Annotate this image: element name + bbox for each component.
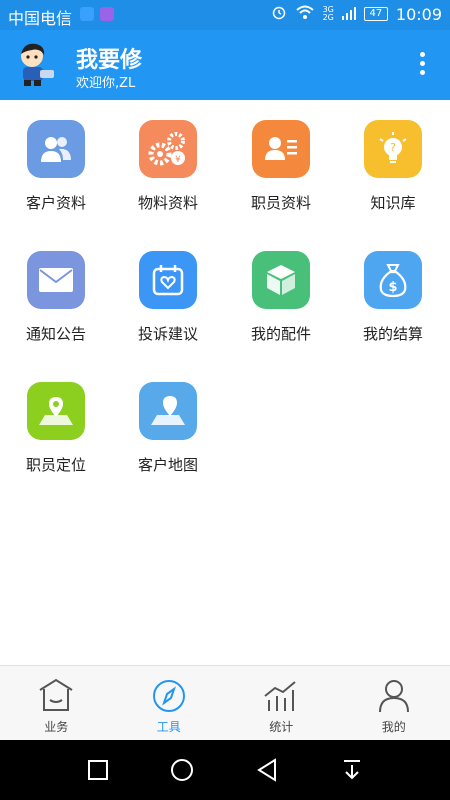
home-icon [39,678,73,711]
back-icon[interactable] [255,758,279,782]
tile-label: 我的结算 [362,325,423,343]
customers-icon [27,120,85,178]
recent-apps-icon[interactable] [86,758,110,782]
tile-label: 职员定位 [25,456,86,474]
signal-icon [341,5,356,24]
clock: 10:09 [395,4,442,24]
tile-label: 我的配件 [250,325,311,343]
nav-label: 业务 [44,720,69,734]
nav-tab-tools[interactable]: 工具 [113,666,226,741]
tile-label: 职员资料 [250,194,311,212]
svg-text:$: $ [388,280,397,295]
svg-text:¥: ¥ [175,155,181,165]
alarm-icon [271,4,287,24]
status-bar: 中国电信 3G 2G 47 10:09 [0,0,450,30]
nav-label: 我的 [381,720,406,734]
avatar[interactable] [12,42,58,88]
tile-staff-info[interactable]: 职员资料 [225,100,337,230]
user-icon [378,680,409,713]
tile-notices[interactable]: 通知公告 [0,231,112,361]
battery-indicator: 47 [363,7,388,21]
tile-knowledge-base[interactable]: ? 知识库 [337,100,449,230]
more-menu-icon[interactable] [418,52,426,76]
chart-icon [264,681,296,711]
home-button-icon[interactable] [170,758,194,782]
gallery-icon [100,7,114,21]
page-title: 我要修 [76,48,143,73]
tile-complaints[interactable]: 投诉建议 [112,231,224,361]
map-pin-icon [27,382,85,440]
staff-card-icon [252,120,310,178]
nav-label: 统计 [269,720,294,734]
tile-my-parts[interactable]: 我的配件 [225,231,337,361]
lightbulb-icon: ? [364,120,422,178]
tile-staff-location[interactable]: 职员定位 [0,362,112,492]
map-pin-icon [139,382,197,440]
app-header: 我要修 欢迎你,ZL [0,30,450,100]
box-icon [252,251,310,309]
calendar-heart-icon [139,251,197,309]
wifi-icon [295,4,315,24]
gears-icon: ¥ [139,120,197,178]
nav-tab-business[interactable]: 业务 [0,666,113,741]
nav-tab-mine[interactable]: 我的 [338,666,450,741]
tile-label: 知识库 [370,194,416,212]
system-nav-bar [0,740,450,800]
tile-label: 客户地图 [137,456,198,474]
tile-my-settlement[interactable]: $ 我的结算 [337,231,449,361]
carrier-label: 中国电信 [8,9,73,28]
tile-label: 客户资料 [25,194,86,212]
mail-icon [27,251,85,309]
money-bag-icon: $ [364,251,422,309]
tile-material-info[interactable]: ¥ 物料资料 [112,100,224,230]
tile-label: 物料资料 [137,194,198,212]
message-icon [80,7,94,21]
welcome-text: 欢迎你,ZL [76,76,136,91]
compass-icon [152,680,185,712]
notification-pull-icon[interactable] [340,758,364,782]
tile-label: 投诉建议 [137,325,198,343]
tile-label: 通知公告 [25,325,86,343]
network-type: 3G 2G [322,5,334,22]
notification-icons [80,7,114,21]
bottom-nav: 业务 工具 统计 我的 [0,665,450,741]
nav-tab-statistics[interactable]: 统计 [225,666,338,741]
nav-label: 工具 [156,720,181,734]
tile-customer-map[interactable]: 客户地图 [112,362,224,492]
svg-text:?: ? [390,141,396,154]
tile-customer-info[interactable]: 客户资料 [0,100,112,230]
